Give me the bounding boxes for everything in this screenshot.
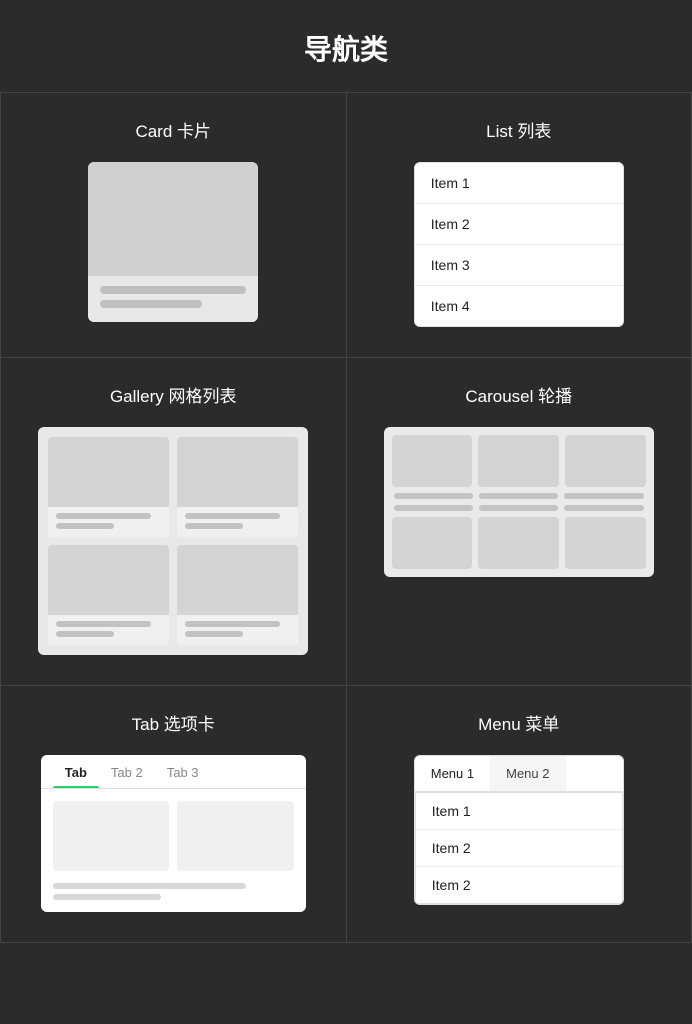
card-line-1 — [100, 286, 246, 294]
menu-mock: Menu 1 Menu 2 Item 1 Item 2 Item 2 — [414, 755, 624, 905]
tab-line — [53, 883, 246, 889]
tab-header: Tab Tab 2 Tab 3 — [41, 755, 306, 789]
gallery-line — [185, 621, 280, 627]
tab-line — [53, 894, 161, 900]
list-mock: Item 1 Item 2 Item 3 Item 4 — [414, 162, 624, 327]
gallery-line — [185, 631, 243, 637]
list-item[interactable]: Item 4 — [415, 286, 623, 326]
tab-content-card — [177, 801, 294, 871]
carousel-thumb — [478, 517, 559, 569]
gallery-card-image — [177, 545, 298, 615]
carousel-thumb — [478, 435, 559, 487]
list-item[interactable]: Item 3 — [415, 245, 623, 286]
cell-card: Card 卡片 — [1, 93, 347, 358]
carousel-line — [479, 493, 558, 499]
card-image — [88, 162, 258, 276]
card-mock — [88, 162, 258, 322]
carousel-line — [394, 493, 473, 499]
list-item[interactable]: Item 1 — [415, 163, 623, 204]
gallery-card-image — [48, 545, 169, 615]
carousel-line — [564, 493, 643, 499]
carousel-row — [392, 435, 646, 487]
carousel-thumb — [565, 435, 646, 487]
menu-item[interactable]: Item 1 — [416, 793, 622, 830]
cell-menu: Menu 菜单 Menu 1 Menu 2 Item 1 Item 2 Item… — [347, 686, 692, 943]
gallery-card — [177, 437, 298, 537]
gallery-mock — [38, 427, 308, 655]
carousel-row — [392, 517, 646, 569]
menu-item[interactable]: Item 2 — [416, 830, 622, 867]
carousel-line — [479, 505, 558, 511]
cell-tab: Tab 选项卡 Tab Tab 2 Tab 3 — [1, 686, 347, 943]
tab-lines — [41, 883, 306, 912]
card-body — [88, 276, 258, 322]
gallery-line — [56, 513, 151, 519]
carousel-thumb — [565, 517, 646, 569]
tab-content-card — [53, 801, 170, 871]
gallery-card-image — [48, 437, 169, 507]
gallery-title: Gallery 网格列表 — [110, 382, 237, 407]
card-line-2 — [100, 300, 202, 308]
carousel-title: Carousel 轮播 — [465, 382, 572, 407]
component-grid: Card 卡片 List 列表 Item 1 Item 2 Item 3 Ite… — [0, 92, 692, 943]
menu-title: Menu 菜单 — [478, 710, 559, 735]
gallery-card — [48, 545, 169, 645]
menu-item[interactable]: Item 2 — [416, 867, 622, 903]
tab-item-3[interactable]: Tab 3 — [155, 755, 211, 788]
list-item[interactable]: Item 2 — [415, 204, 623, 245]
gallery-card-body — [48, 507, 169, 537]
tab-title: Tab 选项卡 — [132, 710, 215, 735]
carousel-line — [394, 505, 473, 511]
cell-gallery: Gallery 网格列表 — [1, 358, 347, 686]
carousel-line — [564, 505, 643, 511]
gallery-line — [56, 621, 151, 627]
gallery-line — [185, 513, 280, 519]
list-title: List 列表 — [486, 117, 551, 142]
tab-item-2[interactable]: Tab 2 — [99, 755, 155, 788]
gallery-line — [56, 523, 114, 529]
gallery-line — [185, 523, 243, 529]
menu-tab-1[interactable]: Menu 1 — [415, 756, 490, 791]
carousel-mock — [384, 427, 654, 577]
carousel-thumb — [392, 435, 473, 487]
menu-dropdown: Item 1 Item 2 Item 2 — [415, 792, 623, 904]
gallery-card-image — [177, 437, 298, 507]
tab-item-1[interactable]: Tab — [53, 755, 99, 788]
cell-carousel: Carousel 轮播 — [347, 358, 692, 686]
gallery-card-body — [48, 615, 169, 645]
tab-mock: Tab Tab 2 Tab 3 — [41, 755, 306, 912]
card-title: Card 卡片 — [135, 117, 211, 142]
carousel-text-row — [392, 493, 646, 499]
gallery-line — [56, 631, 114, 637]
carousel-thumb — [392, 517, 473, 569]
carousel-text-row — [392, 505, 646, 511]
gallery-card — [48, 437, 169, 537]
gallery-card-body — [177, 615, 298, 645]
page-title: 导航类 — [0, 0, 692, 92]
gallery-card-body — [177, 507, 298, 537]
gallery-card — [177, 545, 298, 645]
menu-tab-2[interactable]: Menu 2 — [490, 756, 565, 791]
tab-body — [41, 789, 306, 883]
cell-list: List 列表 Item 1 Item 2 Item 3 Item 4 — [347, 93, 692, 358]
menu-tabs: Menu 1 Menu 2 — [415, 756, 623, 792]
